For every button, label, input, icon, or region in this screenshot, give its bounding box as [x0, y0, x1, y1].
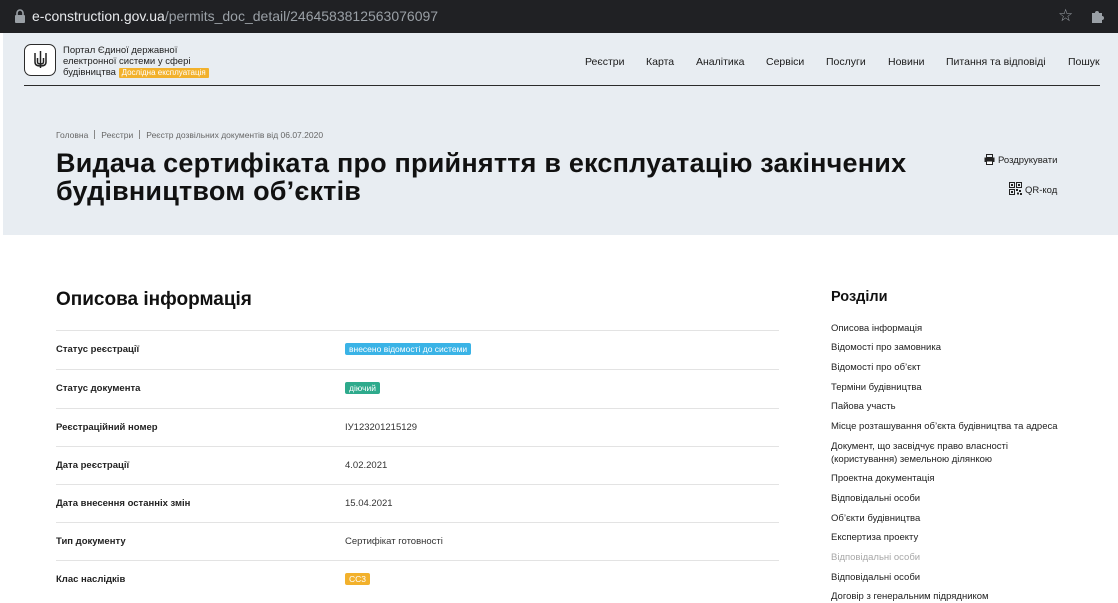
class-badge: СС3: [345, 573, 371, 585]
info-row-registration-number: Реєстраційний номер ІУ123201215129: [56, 408, 779, 447]
section-link[interactable]: Місце розташування об’єкта будівництва т…: [831, 420, 1081, 433]
brand-text: Портал Єдиної державної електронної сист…: [63, 45, 223, 78]
section-link[interactable]: Терміни будівництва: [831, 381, 1081, 394]
section-link[interactable]: Відповідальні особи: [831, 492, 1081, 505]
info-value: 4.02.2021: [345, 460, 388, 471]
url-field[interactable]: e-construction.gov.ua/permits_doc_detail…: [32, 8, 438, 24]
page-title: Видача сертифіката про прийняття в експл…: [56, 148, 907, 206]
brand-line: електронної системи у сфері: [63, 56, 191, 67]
info-label: Дата реєстрації: [56, 460, 130, 471]
info-label: Тип документу: [56, 536, 126, 547]
print-label: Роздрукувати: [998, 155, 1058, 166]
info-row-document-status: Статус документа діючий: [56, 369, 779, 408]
info-label: Статус реєстрації: [56, 344, 140, 355]
nav-registries[interactable]: Реєстри: [585, 56, 625, 68]
section-link[interactable]: Експертиза проекту: [831, 531, 1081, 544]
print-button[interactable]: Роздрукувати: [984, 154, 1057, 166]
nav-analytics[interactable]: Аналітика: [696, 56, 744, 68]
trident-icon: [34, 51, 47, 68]
status-badge: внесено відомості до системи: [345, 343, 472, 355]
section-link[interactable]: Документ, що засвідчує право власності (…: [831, 440, 1031, 466]
section-link[interactable]: Пайова участь: [831, 400, 1081, 413]
section-link[interactable]: Відповідальні особи: [831, 551, 1081, 564]
info-label: Статус документа: [56, 383, 141, 394]
breadcrumb-home[interactable]: Головна: [56, 130, 88, 140]
site-logo[interactable]: [24, 44, 56, 76]
info-label: Дата внесення останніх змін: [56, 498, 191, 509]
url-path: /permits_doc_detail/2464583812563076097: [164, 8, 439, 24]
info-row-last-change-date: Дата внесення останніх змін 15.04.2021: [56, 484, 779, 523]
brand-line: Портал Єдиної державної: [63, 45, 178, 56]
info-row-registration-status: Статус реєстрації внесено відомості до с…: [56, 330, 779, 369]
section-title: Описова інформація: [56, 289, 252, 310]
nav-map[interactable]: Карта: [646, 56, 674, 68]
breadcrumb-current[interactable]: Реєстр дозвільних документів від 06.07.2…: [146, 130, 323, 140]
section-link[interactable]: Об’єкти будівництва: [831, 512, 1081, 525]
section-link[interactable]: Описова інформація: [831, 322, 1081, 335]
info-value: ІУ123201215129: [345, 422, 418, 433]
header-divider: [24, 85, 1100, 86]
breadcrumb-separator: [94, 130, 96, 139]
info-value: Сертифікат готовності: [345, 536, 443, 547]
section-link[interactable]: Проектна документація: [831, 472, 1081, 485]
sections-title: Розділи: [831, 289, 888, 305]
info-label: Клас наслідків: [56, 574, 126, 585]
breadcrumb: Головна Реєстри Реєстр дозвільних документ…: [56, 130, 323, 140]
browser-address-bar: e-construction.gov.ua/permits_doc_detail…: [0, 0, 1118, 33]
info-row-consequence-class: Клас наслідків СС3: [56, 560, 779, 599]
qr-code-label: QR-код: [1025, 185, 1058, 196]
nav-faq[interactable]: Питання та відповіді: [946, 56, 1046, 68]
beta-badge: Дослідна експлуатація: [118, 68, 209, 78]
nav-public-services[interactable]: Послуги: [826, 56, 866, 68]
site: Портал Єдиної державної електронної сист…: [3, 33, 1118, 602]
section-link[interactable]: Відповідальні особи: [831, 571, 1081, 584]
info-value: 15.04.2021: [345, 498, 393, 509]
info-label: Реєстраційний номер: [56, 422, 158, 433]
qr-code-icon: [1009, 182, 1022, 195]
brand-line: будівництва: [63, 67, 116, 78]
section-link[interactable]: Відомості про об’єкт: [831, 361, 1081, 374]
star-icon[interactable]: ☆: [1058, 6, 1073, 26]
printer-icon: [984, 154, 995, 165]
nav-news[interactable]: Новини: [888, 56, 925, 68]
status-badge: діючий: [345, 382, 380, 394]
section-link[interactable]: Відомості про замовника: [831, 341, 1081, 354]
breadcrumb-registries[interactable]: Реєстри: [101, 130, 133, 140]
nav-services[interactable]: Сервіси: [766, 56, 804, 68]
nav-search[interactable]: Пошук: [1068, 56, 1100, 68]
qr-code-button[interactable]: QR-код: [1009, 182, 1057, 196]
info-row-registration-date: Дата реєстрації 4.02.2021: [56, 446, 779, 485]
url-host: e-construction.gov.ua: [32, 8, 165, 24]
breadcrumb-separator: [139, 130, 141, 139]
lock-icon: [15, 9, 25, 23]
extension-icon[interactable]: [1090, 9, 1104, 23]
info-row-document-type: Тип документу Сертифікат готовності: [56, 522, 779, 561]
page-header: Портал Єдиної державної електронної сист…: [3, 33, 1118, 235]
